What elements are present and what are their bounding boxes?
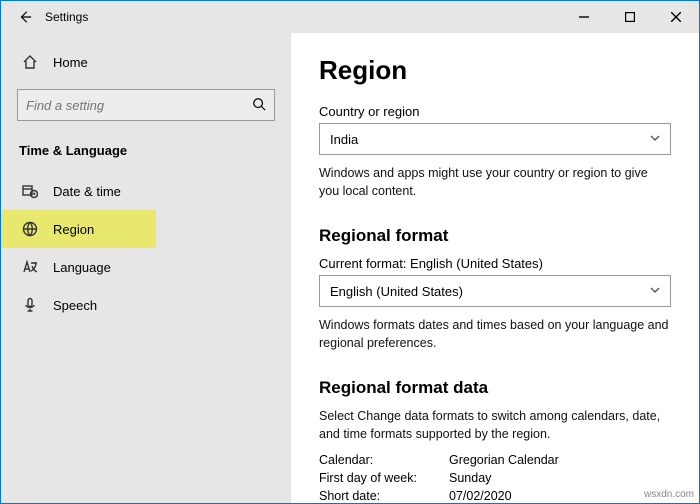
window-titlebar: Settings [1, 1, 699, 33]
format-row: First day of week: Sunday [319, 471, 671, 485]
sidebar-item-label: Language [53, 260, 111, 275]
country-value: India [330, 132, 358, 147]
country-description: Windows and apps might use your country … [319, 165, 671, 200]
sidebar-item-speech[interactable]: Speech [1, 286, 291, 324]
maximize-button[interactable] [607, 1, 653, 33]
calendar-clock-icon [21, 182, 39, 200]
home-icon [21, 53, 39, 71]
globe-icon [21, 220, 39, 238]
format-row: Calendar: Gregorian Calendar [319, 453, 671, 467]
regional-format-data-description: Select Change data formats to switch amo… [319, 408, 671, 443]
regional-format-value: English (United States) [330, 284, 463, 299]
format-value: Sunday [449, 471, 491, 485]
watermark: wsxdn.com [644, 489, 694, 500]
sidebar-item-label: Region [53, 222, 94, 237]
search-input[interactable] [26, 98, 252, 113]
microphone-icon [21, 296, 39, 314]
format-row: Short date: 07/02/2020 [319, 489, 671, 503]
sidebar-section-label: Time & Language [1, 137, 291, 172]
format-key: Short date: [319, 489, 449, 503]
regional-format-description: Windows formats dates and times based on… [319, 317, 671, 352]
sidebar-item-label: Speech [53, 298, 97, 313]
sidebar-item-label: Date & time [53, 184, 121, 199]
current-format-label: Current format: English (United States) [319, 256, 671, 271]
back-button[interactable] [11, 10, 39, 24]
arrow-left-icon [18, 10, 32, 24]
page-title: Region [319, 55, 671, 86]
maximize-icon [625, 12, 635, 22]
format-key: Calendar: [319, 453, 449, 467]
regional-format-data-heading: Regional format data [319, 378, 671, 398]
regional-format-dropdown[interactable]: English (United States) [319, 275, 671, 307]
language-icon [21, 258, 39, 276]
search-box[interactable] [17, 89, 275, 121]
window-title: Settings [45, 10, 88, 24]
search-icon [252, 97, 266, 114]
country-dropdown[interactable]: India [319, 123, 671, 155]
format-value: Gregorian Calendar [449, 453, 559, 467]
sidebar-item-date-time[interactable]: Date & time [1, 172, 291, 210]
sidebar-item-region[interactable]: Region [1, 210, 156, 248]
main-content: Region Country or region India Windows a… [291, 33, 699, 503]
chevron-down-icon [650, 285, 660, 298]
format-value: 07/02/2020 [449, 489, 512, 503]
minimize-icon [579, 12, 589, 22]
close-button[interactable] [653, 1, 699, 33]
country-label: Country or region [319, 104, 671, 119]
format-key: First day of week: [319, 471, 449, 485]
minimize-button[interactable] [561, 1, 607, 33]
close-icon [671, 12, 681, 22]
sidebar: Home Time & Language Date & time Region [1, 33, 291, 503]
sidebar-item-label: Home [53, 55, 88, 70]
sidebar-item-home[interactable]: Home [1, 43, 291, 81]
regional-format-heading: Regional format [319, 226, 671, 246]
sidebar-item-language[interactable]: Language [1, 248, 291, 286]
chevron-down-icon [650, 133, 660, 146]
